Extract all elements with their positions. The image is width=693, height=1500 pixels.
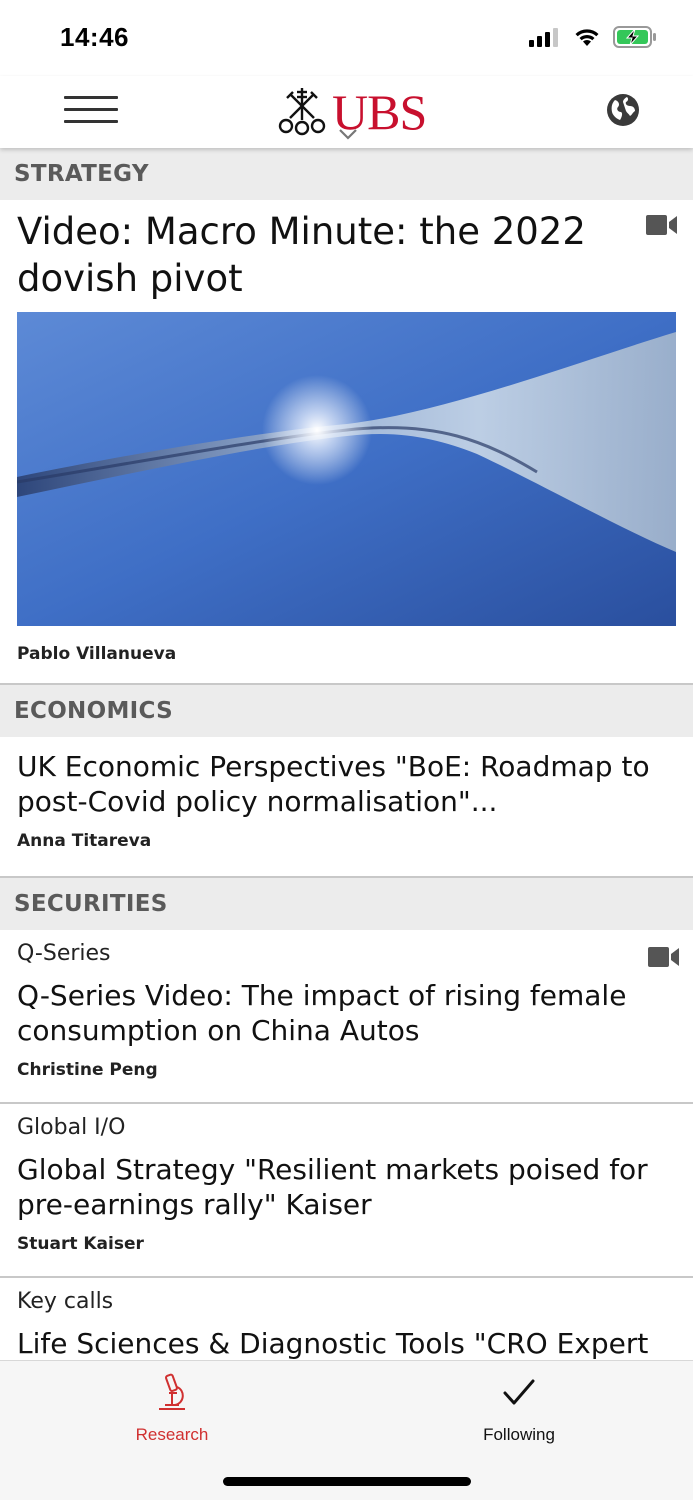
hamburger-menu-icon[interactable]	[64, 96, 118, 126]
article-title: UK Economic Perspectives "BoE: Roadmap t…	[17, 750, 650, 818]
tab-following-label: Following	[483, 1425, 555, 1444]
section-header-economics: ECONOMICS	[0, 685, 693, 737]
globe-icon[interactable]	[605, 92, 641, 128]
cellular-signal-icon	[529, 28, 558, 47]
microscope-icon	[159, 1373, 185, 1410]
tab-research[interactable]: Research	[72, 1373, 272, 1445]
article-securities-q-series[interactable]: Q-Series Q-Series Video: The impact of r…	[0, 930, 693, 1104]
video-camera-icon	[648, 947, 679, 967]
video-camera-icon	[646, 215, 677, 235]
tab-research-label: Research	[135, 1425, 209, 1444]
article-securities-global-io[interactable]: Global I/O Global Strategy "Resilient ma…	[0, 1104, 693, 1278]
article-hero-image	[17, 312, 676, 626]
wifi-icon	[575, 29, 599, 46]
status-bar: 14:46	[0, 0, 693, 76]
checkmark-icon	[503, 1379, 535, 1405]
article-category: Q-Series	[17, 941, 111, 966]
article-title: Q-Series Video: The impact of rising fem…	[17, 979, 627, 1047]
article-title: Video: Macro Minute: the 2022 dovish piv…	[17, 210, 586, 300]
article-author: Christine Peng	[17, 1060, 158, 1080]
section-title: ECONOMICS	[14, 698, 173, 724]
chevron-down-icon[interactable]	[338, 128, 358, 140]
ubs-keys-icon	[278, 88, 326, 136]
research-feed[interactable]: STRATEGY Video: Macro Minute: the 2022 d…	[0, 148, 693, 1360]
app-header: UBS	[0, 76, 693, 148]
article-author: Stuart Kaiser	[17, 1234, 144, 1254]
section-title: SECURITIES	[14, 891, 168, 917]
status-time: 14:46	[60, 22, 129, 52]
section-header-strategy: STRATEGY	[0, 148, 693, 200]
article-economics[interactable]: UK Economic Perspectives "BoE: Roadmap t…	[0, 737, 693, 878]
battery-charging-icon	[613, 26, 656, 48]
tab-following[interactable]: Following	[419, 1373, 619, 1445]
section-header-securities: SECURITIES	[0, 878, 693, 930]
article-author: Anna Titareva	[17, 831, 152, 851]
section-title: STRATEGY	[14, 161, 149, 187]
article-author: Pablo Villanueva	[17, 644, 177, 664]
article-title: Life Sciences & Diagnostic Tools "CRO Ex…	[17, 1327, 649, 1360]
home-indicator[interactable]	[223, 1477, 471, 1486]
article-category: Global I/O	[17, 1115, 126, 1140]
article-strategy[interactable]: Video: Macro Minute: the 2022 dovish piv…	[0, 200, 693, 685]
article-title: Global Strategy "Resilient markets poise…	[17, 1153, 648, 1221]
article-securities-key-calls[interactable]: Key calls Life Sciences & Diagnostic Too…	[0, 1278, 693, 1360]
status-icons	[529, 26, 657, 48]
article-category: Key calls	[17, 1289, 114, 1314]
